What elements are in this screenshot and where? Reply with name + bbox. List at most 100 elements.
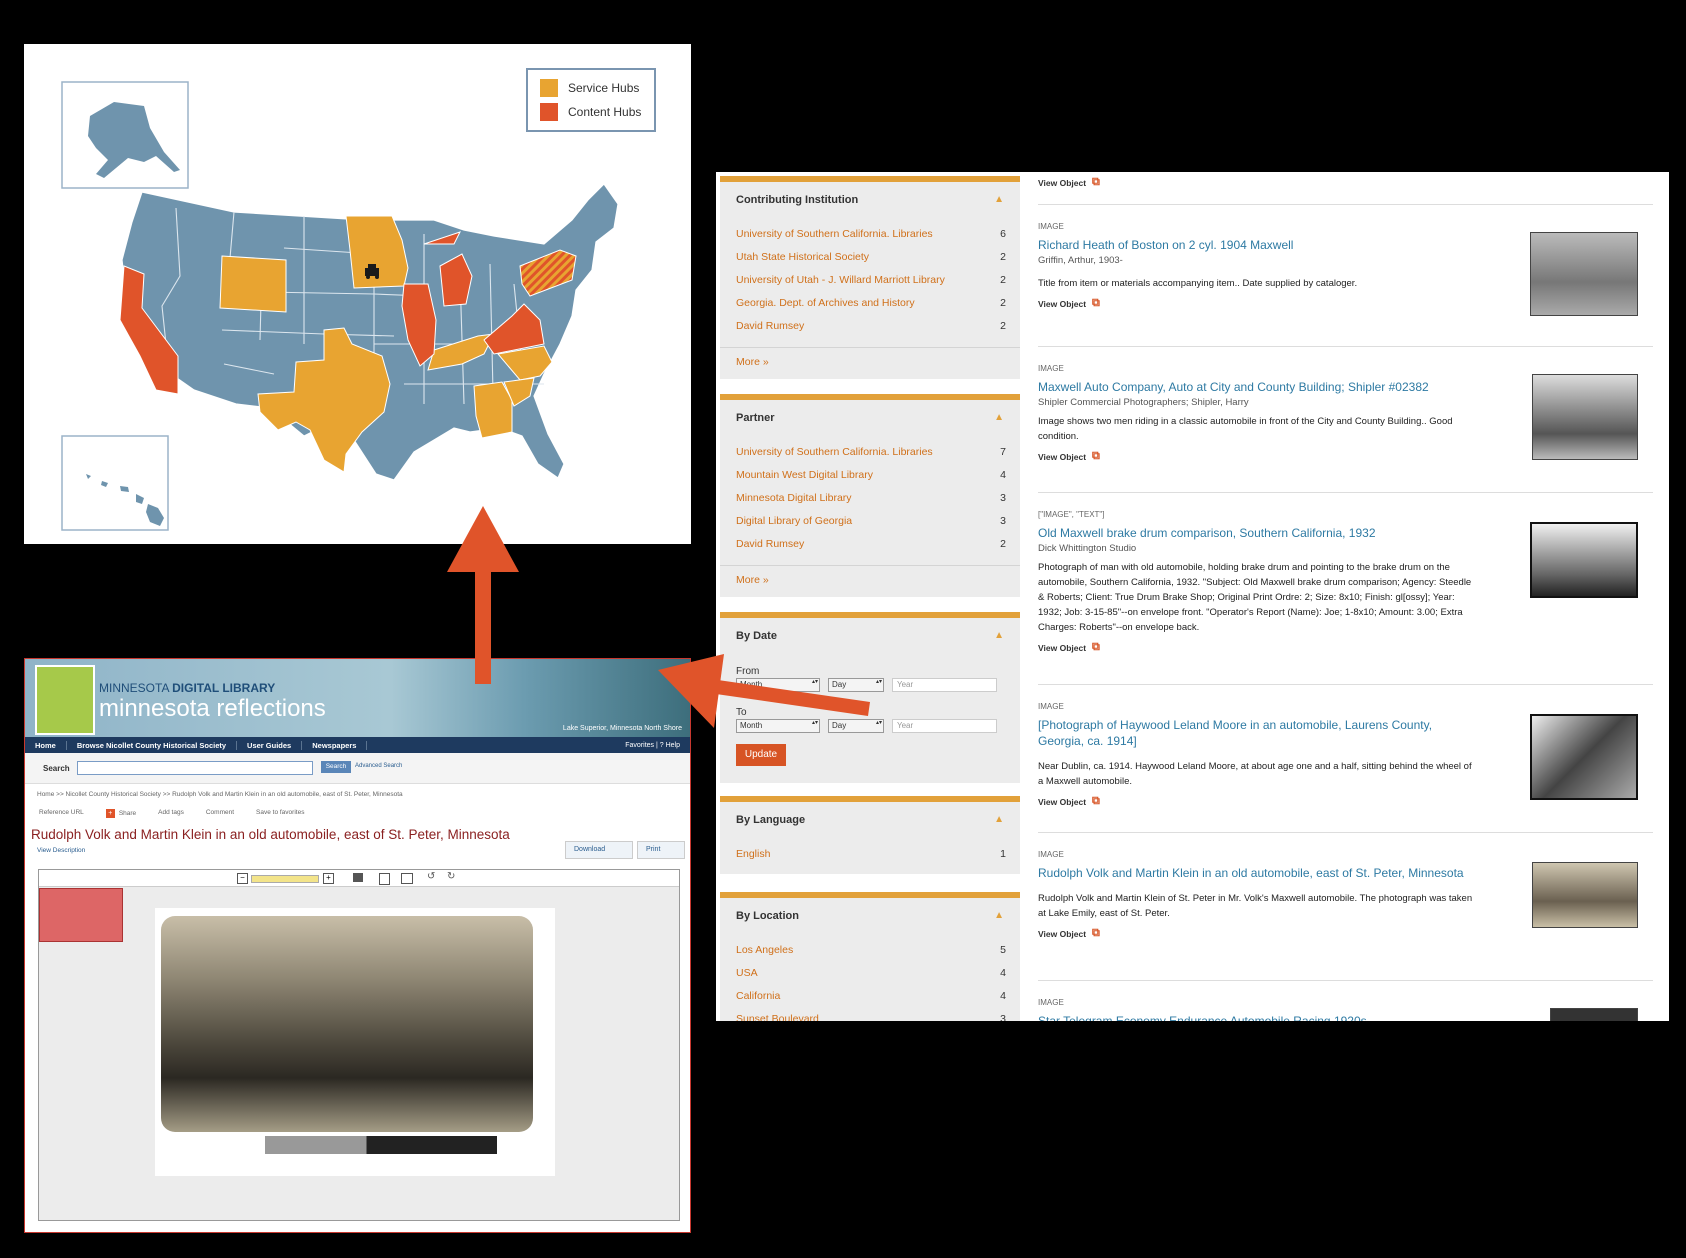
facet-item-label[interactable]: Utah State Historical Society <box>736 251 869 263</box>
more-link[interactable]: More » <box>720 347 1020 376</box>
download-button[interactable]: Download <box>565 841 633 859</box>
update-button[interactable]: Update <box>736 744 786 766</box>
collapse-caret-icon[interactable]: ▲ <box>994 194 1004 212</box>
external-link-icon[interactable]: ⧉ <box>1092 176 1100 189</box>
rotate-right-icon[interactable]: ↻ <box>447 871 455 882</box>
search-input[interactable] <box>77 761 313 775</box>
collapse-caret-icon[interactable]: ▲ <box>994 630 1004 648</box>
print-button[interactable]: Print <box>637 841 685 859</box>
external-link-icon[interactable]: ⧉ <box>1092 297 1100 310</box>
zoom-slider[interactable] <box>251 875 319 883</box>
grid-icon[interactable] <box>401 873 413 884</box>
facet-item-label[interactable]: California <box>736 990 780 1002</box>
reference-url-link[interactable]: Reference URL <box>39 809 84 818</box>
zoom-out-icon[interactable]: − <box>237 873 248 884</box>
nav-browse[interactable]: Browse Nicollet County Historical Societ… <box>67 740 238 750</box>
view-object-link[interactable]: View Object ⧉ <box>1038 927 1653 940</box>
facet-header[interactable]: By Date ▲ <box>720 618 1020 648</box>
share-label[interactable]: Share <box>119 810 136 817</box>
facet-item[interactable]: English 1 <box>720 842 1020 865</box>
facet-item-label[interactable]: University of Southern California. Libra… <box>736 446 933 458</box>
facet-item[interactable]: Georgia. Dept. of Archives and History 2 <box>720 291 1020 314</box>
minnesota-logo-icon[interactable] <box>35 665 95 735</box>
state-georgia[interactable] <box>473 381 513 439</box>
facet-item-label[interactable]: English <box>736 848 770 860</box>
facet-item[interactable]: Digital Library of Georgia 3 <box>720 509 1020 532</box>
view-object-label[interactable]: View Object <box>1038 299 1086 309</box>
facet-item-label[interactable]: USA <box>736 967 758 979</box>
result-title-link[interactable]: Old Maxwell brake drum comparison, South… <box>1038 525 1468 541</box>
facet-item-label[interactable]: Mountain West Digital Library <box>736 469 873 481</box>
more-link[interactable]: More » <box>720 565 1020 594</box>
view-description-link[interactable]: View Description <box>37 847 85 854</box>
to-day-select[interactable]: Day <box>828 719 884 733</box>
nav-newspapers[interactable]: Newspapers <box>302 740 368 750</box>
view-object-link[interactable]: View Object ⧉ <box>1038 641 1653 654</box>
facet-header[interactable]: Contributing Institution ▲ <box>720 182 1020 212</box>
navigator-thumbnail[interactable] <box>39 888 123 942</box>
result-title-link[interactable]: Star Telegram Economy Endurance Automobi… <box>1038 1013 1468 1021</box>
facet-item[interactable]: Los Angeles 5 <box>720 938 1020 961</box>
facet-item-label[interactable]: University of Utah - J. Willard Marriott… <box>736 274 945 286</box>
facet-item[interactable]: Sunset Boulevard 3 <box>720 1007 1020 1022</box>
state-wyoming[interactable] <box>219 255 287 313</box>
facet-item-label[interactable]: Los Angeles <box>736 944 793 956</box>
facet-item-label[interactable]: David Rumsey <box>736 538 804 550</box>
facet-item[interactable]: USA 4 <box>720 961 1020 984</box>
collapse-caret-icon[interactable]: ▲ <box>994 814 1004 832</box>
facet-header[interactable]: By Language ▲ <box>720 802 1020 832</box>
add-tags-link[interactable]: Add tags <box>158 809 184 818</box>
result-title-link[interactable]: Maxwell Auto Company, Auto at City and C… <box>1038 379 1468 395</box>
result-thumbnail[interactable] <box>1550 1008 1638 1021</box>
facet-item-label[interactable]: Sunset Boulevard <box>736 1013 819 1022</box>
facet-header[interactable]: Partner ▲ <box>720 400 1020 430</box>
facet-item-label[interactable]: David Rumsey <box>736 320 804 332</box>
collapse-caret-icon[interactable]: ▲ <box>994 910 1004 928</box>
facet-item[interactable]: David Rumsey 2 <box>720 532 1020 555</box>
page-icon[interactable] <box>379 873 390 885</box>
share-link[interactable]: + Share <box>105 809 136 818</box>
result-thumbnail[interactable] <box>1532 374 1638 460</box>
view-object-label[interactable]: View Object <box>1038 929 1086 939</box>
zoom-in-icon[interactable]: + <box>323 873 334 884</box>
facet-item-label[interactable]: Minnesota Digital Library <box>736 492 852 504</box>
view-object-label[interactable]: View Object <box>1038 178 1086 188</box>
facet-item[interactable]: Utah State Historical Society 2 <box>720 245 1020 268</box>
to-year-input[interactable]: Year <box>892 719 997 733</box>
fit-window-icon[interactable] <box>353 873 363 882</box>
nav-user-guides[interactable]: User Guides <box>237 740 303 750</box>
rotate-left-icon[interactable]: ↺ <box>427 871 435 882</box>
facet-item[interactable]: Minnesota Digital Library 3 <box>720 486 1020 509</box>
advanced-search-link[interactable]: Advanced Search <box>355 763 402 769</box>
facet-item-label[interactable]: University of Southern California. Libra… <box>736 228 933 240</box>
result-thumbnail[interactable] <box>1532 862 1638 928</box>
facet-item[interactable]: University of Southern California. Libra… <box>720 222 1020 245</box>
from-month-select[interactable]: Month <box>736 678 820 692</box>
view-object-label[interactable]: View Object <box>1038 797 1086 807</box>
favorites-help-links[interactable]: Favorites | ? Help <box>625 742 690 749</box>
facet-item[interactable]: David Rumsey 2 <box>720 314 1020 337</box>
search-button[interactable]: Search <box>321 761 351 773</box>
collapse-caret-icon[interactable]: ▲ <box>994 412 1004 430</box>
save-favorites-link[interactable]: Save to favorites <box>256 809 304 818</box>
external-link-icon[interactable]: ⧉ <box>1092 927 1100 940</box>
view-object-label[interactable]: View Object <box>1038 452 1086 462</box>
external-link-icon[interactable]: ⧉ <box>1092 641 1100 654</box>
external-link-icon[interactable]: ⧉ <box>1092 795 1100 808</box>
result-thumbnail[interactable] <box>1530 714 1638 800</box>
external-link-icon[interactable]: ⧉ <box>1092 450 1100 463</box>
facet-item-label[interactable]: Georgia. Dept. of Archives and History <box>736 297 915 309</box>
nav-home[interactable]: Home <box>25 740 67 750</box>
from-day-select[interactable]: Day <box>828 678 884 692</box>
to-month-select[interactable]: Month <box>736 719 820 733</box>
breadcrumb[interactable]: Home >> Nicollet County Historical Socie… <box>37 791 403 798</box>
comment-link[interactable]: Comment <box>206 809 234 818</box>
view-object-label[interactable]: View Object <box>1038 643 1086 653</box>
result-title-link[interactable]: Richard Heath of Boston on 2 cyl. 1904 M… <box>1038 237 1468 253</box>
view-object-link[interactable]: View Object ⧉ <box>1038 176 1653 189</box>
facet-header[interactable]: By Location ▲ <box>720 898 1020 928</box>
facet-item-label[interactable]: Digital Library of Georgia <box>736 515 852 527</box>
result-thumbnail[interactable] <box>1530 522 1638 598</box>
facet-item[interactable]: California 4 <box>720 984 1020 1007</box>
facet-item[interactable]: Mountain West Digital Library 4 <box>720 463 1020 486</box>
